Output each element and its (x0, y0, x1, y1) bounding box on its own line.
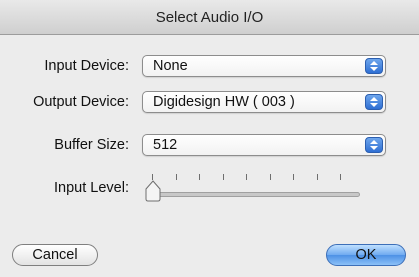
output-device-value: Digidesign HW ( 003 ) (153, 94, 295, 110)
buffer-size-select[interactable]: 512 (142, 134, 386, 156)
up-down-stepper-icon (365, 94, 383, 110)
slider-track[interactable] (148, 192, 360, 197)
output-device-select[interactable]: Digidesign HW ( 003 ) (142, 91, 386, 113)
dialog-window: Select Audio I/O Input Device: None Outp… (0, 0, 419, 277)
window-title: Select Audio I/O (0, 0, 419, 35)
buffer-size-label: Buffer Size: (54, 137, 129, 153)
up-down-stepper-icon (365, 58, 383, 74)
input-device-value: None (153, 58, 188, 74)
output-device-label: Output Device: (33, 94, 129, 110)
cancel-button[interactable]: Cancel (12, 244, 98, 266)
input-device-row: Input Device: None (0, 53, 419, 79)
slider-thumb-icon[interactable] (144, 180, 162, 202)
ok-button[interactable]: OK (326, 244, 406, 266)
buffer-size-row: Buffer Size: 512 (0, 132, 419, 158)
output-device-row: Output Device: Digidesign HW ( 003 ) (0, 89, 419, 115)
input-device-select[interactable]: None (142, 55, 386, 77)
input-level-label: Input Level: (54, 180, 129, 196)
buffer-size-value: 512 (153, 137, 178, 153)
input-device-label: Input Device: (44, 58, 129, 74)
input-level-slider[interactable] (142, 172, 362, 206)
up-down-stepper-icon (365, 137, 383, 153)
